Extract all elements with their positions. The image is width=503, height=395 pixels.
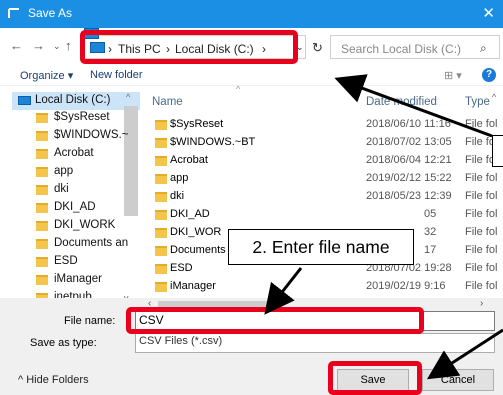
folder-icon — [155, 282, 167, 292]
folder-icon — [36, 221, 48, 231]
folder-icon — [155, 192, 167, 202]
view-options-icon[interactable]: ⊞ ▾ — [444, 69, 462, 82]
file-name[interactable]: app — [170, 172, 188, 184]
nav-item[interactable]: $SysReset — [54, 111, 110, 123]
folder-icon — [36, 185, 48, 195]
new-folder-button[interactable]: New folder — [90, 69, 143, 81]
file-date: 17 — [424, 244, 437, 256]
highlight-address-bar — [80, 30, 298, 64]
folder-icon — [36, 131, 48, 141]
folder-icon — [36, 167, 48, 177]
annotation-callout-cropped — [492, 135, 503, 167]
file-name[interactable]: $SysReset — [170, 118, 223, 130]
file-name[interactable]: ESD — [170, 262, 193, 274]
folder-icon — [36, 149, 48, 159]
nav-scrollbar-thumb[interactable] — [124, 106, 138, 216]
up-arrow-icon[interactable]: ↑ — [65, 38, 72, 53]
search-icon[interactable]: ⌕ — [480, 41, 487, 56]
folder-icon — [155, 210, 167, 220]
file-date: 2019/02/12 15:22 — [366, 172, 452, 184]
search-placeholder: Search Local Disk (C:) — [341, 42, 462, 56]
nav-item[interactable]: Documents an — [54, 237, 128, 249]
file-name[interactable]: Acrobat — [170, 154, 208, 166]
nav-item[interactable]: $WINDOWS.~ — [54, 129, 128, 141]
file-type: File fol — [465, 226, 498, 238]
scroll-right-icon[interactable]: › — [480, 298, 483, 309]
file-type: File fol — [465, 280, 498, 292]
window-title: Save As — [28, 6, 73, 20]
file-type: File fol — [465, 190, 498, 202]
file-name-label: File name: — [64, 315, 116, 327]
save-as-dialog: Save As ✕ ← → ⌄ ↑ › This PC › Local Disk… — [0, 0, 503, 395]
close-icon[interactable]: ✕ — [482, 4, 495, 22]
file-type: File fol — [465, 244, 498, 256]
file-name[interactable]: DKI_WOR — [170, 226, 221, 238]
cancel-button[interactable]: Cancel — [422, 369, 494, 391]
folder-icon — [36, 275, 48, 285]
nav-scroll-up-icon[interactable]: ^ — [126, 92, 130, 102]
file-date: 2018/06/10 11:16 — [366, 118, 451, 130]
file-date: 05 — [424, 208, 437, 220]
folder-icon — [155, 264, 167, 274]
save-as-type-value: CSV Files (*.csv) — [139, 335, 223, 347]
nav-item[interactable]: iManager — [54, 273, 102, 285]
drive-icon — [18, 96, 31, 105]
nav-item[interactable]: dki — [54, 183, 69, 195]
sort-up-icon: ^ — [236, 84, 241, 94]
file-date: 2018/07/02 13:05 — [366, 136, 452, 148]
file-type: File fol — [465, 262, 498, 274]
folder-icon — [155, 174, 167, 184]
column-header-type[interactable]: Type — [465, 96, 490, 108]
title-bar: Save As ✕ — [0, 0, 503, 28]
file-date: 2018/05/23 12:39 — [366, 190, 452, 202]
folder-icon — [36, 113, 48, 123]
file-name[interactable]: DKI_AD — [170, 208, 210, 220]
organize-menu[interactable]: Organize ▾ — [20, 69, 73, 82]
folder-icon — [155, 246, 167, 256]
folder-icon — [155, 138, 167, 148]
file-name[interactable]: iManager — [170, 280, 216, 292]
file-date: 2019/02/19 9:16 — [366, 280, 446, 292]
file-name[interactable]: $WINDOWS.~BT — [170, 136, 255, 148]
folder-icon — [155, 228, 167, 238]
folder-icon — [36, 257, 48, 267]
list-scroll-up-icon[interactable]: ^ — [492, 92, 496, 102]
annotation-callout: 2. Enter file name — [228, 229, 414, 265]
nav-item[interactable]: DKI_WORK — [54, 219, 115, 231]
column-header-name[interactable]: Name — [152, 96, 183, 108]
nav-item[interactable]: app — [54, 165, 73, 177]
recent-dropdown-icon[interactable]: ⌄ — [53, 41, 61, 52]
nav-item[interactable]: Acrobat — [54, 147, 94, 159]
folder-icon — [36, 203, 48, 213]
file-date: 2018/06/04 12:21 — [366, 154, 452, 166]
refresh-icon[interactable]: ↻ — [312, 40, 323, 56]
toolbar — [0, 64, 503, 86]
highlight-save-button — [328, 361, 422, 395]
hide-folders-button[interactable]: ^ Hide Folders — [18, 374, 89, 386]
nav-item[interactable]: ESD — [54, 255, 78, 267]
file-date: 32 — [424, 226, 437, 238]
file-type: File fol — [465, 208, 498, 220]
save-as-type-label: Save as type: — [30, 337, 97, 349]
forward-arrow-icon[interactable]: → — [32, 38, 45, 53]
nav-item[interactable]: DKI_AD — [54, 201, 96, 213]
folder-icon — [155, 156, 167, 166]
column-header-date[interactable]: Date modified — [366, 96, 437, 108]
file-type: File fol — [465, 118, 498, 130]
back-arrow-icon[interactable]: ← — [10, 38, 23, 53]
file-name[interactable]: dki — [170, 190, 184, 202]
folder-icon — [155, 120, 167, 130]
file-type: File fol — [465, 172, 498, 184]
help-icon[interactable]: ? — [482, 68, 496, 82]
nav-item-local-disk[interactable]: Local Disk (C:) — [35, 94, 110, 106]
folder-icon — [36, 239, 48, 249]
highlight-file-name — [126, 307, 424, 334]
window-icon — [8, 8, 19, 18]
